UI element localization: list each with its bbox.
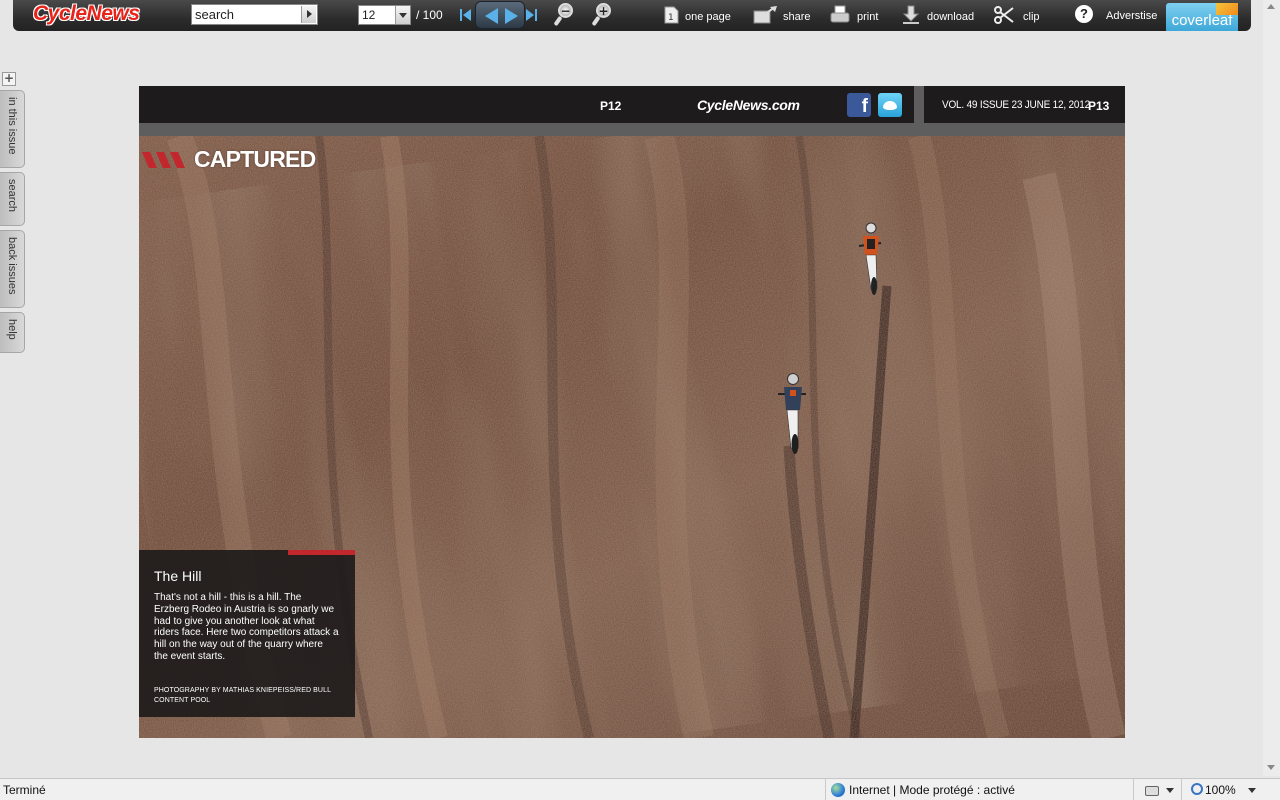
site-logo[interactable]: CycleNews.com [697,97,800,113]
one-page-button[interactable]: 1 one page [661,5,731,27]
left-page-number: P12 [600,99,622,113]
tab-search[interactable]: search [0,172,25,226]
page-total: / 100 [416,8,443,22]
first-page-icon[interactable] [460,9,471,21]
one-page-label: one page [685,11,731,23]
share-label: share [783,11,811,23]
right-page-number: P13 [1088,99,1110,113]
zoom-out-icon[interactable]: − [553,3,576,27]
share-icon [753,6,777,24]
tab-back-issues[interactable]: back issues [0,230,25,308]
tab-in-this-issue[interactable]: in this issue [0,90,25,168]
security-zone[interactable]: Internet | Mode protégé : activé [849,783,1015,797]
tab-help[interactable]: help [0,312,25,353]
download-label: download [927,11,975,23]
search-go-button[interactable] [301,6,316,23]
printer-icon [830,5,850,23]
coverleaf-logo[interactable]: coverleaf [1166,3,1238,31]
cyclenews-logo[interactable]: CycleNews [33,2,140,26]
clip-label: clip [1023,11,1040,23]
download-icon [902,5,920,24]
page-curl-icon [1216,3,1238,15]
vertical-scrollbar[interactable] [1263,0,1280,776]
magazine-spread[interactable]: P12 CycleNews.com f VOL. 49 ISSUE 23 JUN… [139,86,1125,738]
zoom-in-icon[interactable]: + [591,3,614,27]
status-separator [1133,779,1134,800]
scissors-icon [994,6,1014,24]
page-nav-group [475,1,525,29]
advertise-link[interactable]: Adverstise [1106,10,1157,22]
status-separator [1181,779,1182,800]
captured-section-mark [142,152,185,168]
single-page-icon: 1 [664,6,679,24]
twitter-icon[interactable] [878,93,902,117]
issue-info: VOL. 49 ISSUE 23 JUNE 12, 2012 [942,99,1090,112]
zoom-level[interactable]: 100% [1205,783,1236,797]
page-number-value: 12 [362,8,376,22]
caption-accent [288,550,355,555]
chevron-down-icon[interactable] [1166,788,1174,793]
chevron-down-icon[interactable] [395,6,410,24]
photo-credit: PHOTOGRAPHY BY MATHIAS KNIEPEISS/RED BUL… [154,687,331,704]
download-button[interactable]: download [901,5,975,27]
browser-status-bar: Terminé Internet | Mode protégé : activé… [0,778,1280,800]
caption-body: That's not a hill - this is a hill. The … [154,592,339,662]
last-page-icon[interactable] [526,9,537,21]
clip-button[interactable]: clip [994,5,1044,27]
page-number-select[interactable]: 12 [358,5,411,25]
tab-label: back issues [6,237,18,295]
chevron-down-icon[interactable] [1248,788,1256,793]
scroll-up-icon[interactable] [1267,4,1275,9]
next-page-icon[interactable] [505,8,518,24]
tab-label: help [6,319,18,340]
caption-title: The Hill [154,568,202,584]
help-icon[interactable]: ? [1075,5,1093,23]
section-title: CAPTURED [194,146,316,172]
expand-panel-button[interactable]: + [2,72,16,86]
print-label: print [857,11,879,23]
security-settings-icon[interactable] [1145,784,1159,796]
search-input[interactable] [192,5,300,24]
previous-page-icon[interactable] [485,8,498,24]
photo-caption-box: The Hill That's not a hill - this is a h… [139,550,355,717]
page-gutter [914,86,924,136]
search-box [191,4,318,25]
share-button[interactable]: share [753,5,811,27]
status-text: Terminé [3,783,46,797]
print-button[interactable]: print [830,5,882,27]
tab-label: in this issue [6,97,18,155]
svg-text:1: 1 [668,13,674,23]
status-separator [825,779,826,800]
header-strip [139,123,1125,136]
tab-label: search [6,179,18,213]
scroll-down-icon[interactable] [1267,765,1275,770]
viewer-toolbar: CycleNews 12 / 100 − + 1 one page share [13,0,1251,31]
zoom-icon[interactable] [1191,783,1203,795]
globe-icon [831,783,845,797]
facebook-icon[interactable]: f [847,93,871,117]
